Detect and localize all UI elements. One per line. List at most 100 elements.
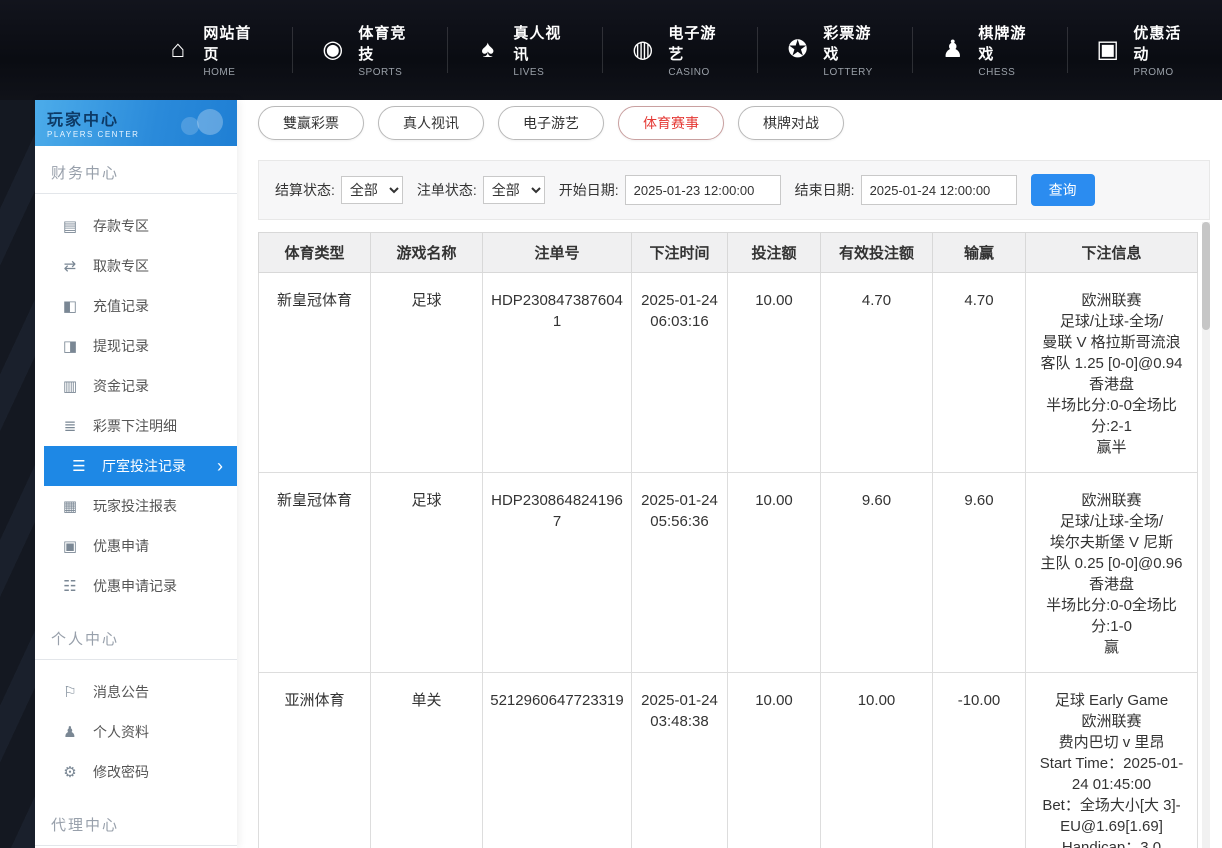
nav-label-en: SPORTS bbox=[358, 67, 421, 78]
end-date-input[interactable] bbox=[861, 175, 1017, 205]
sidebar-item-recharge-records[interactable]: ◧ 充值记录 bbox=[35, 286, 237, 326]
content-scrollbar[interactable] bbox=[1202, 222, 1210, 848]
sidebar-item-deposit-zone[interactable]: ▤ 存款专区 bbox=[35, 206, 237, 246]
nav-item-promo[interactable]: ▣ 优惠活动 PROMO bbox=[1068, 27, 1222, 73]
cell-game: 足球 bbox=[371, 273, 483, 473]
column-header: 输赢 bbox=[933, 233, 1026, 273]
sidebar-item-promo-apply-records[interactable]: ☷ 优惠申请记录 bbox=[35, 566, 237, 606]
gamepad-icon bbox=[197, 109, 223, 135]
sidebar-item-promo-apply[interactable]: ▣ 优惠申请 bbox=[35, 526, 237, 566]
sidebar-subtitle: PLAYERS CENTER bbox=[47, 130, 225, 139]
sidebar-menu: 财务中心 ▤ 存款专区 ⇄ 取款专区 ◧ 充值记录 ◨ 提现记录 ▥ 资金记录 … bbox=[35, 146, 237, 848]
sidebar-section-items: ▤ 存款专区 ⇄ 取款专区 ◧ 充值记录 ◨ 提现记录 ▥ 资金记录 ≣ 彩票下… bbox=[35, 194, 237, 612]
tab-chess[interactable]: 棋牌对战 bbox=[738, 106, 844, 140]
cell-valid: 9.60 bbox=[821, 473, 933, 673]
report-icon: ▦ bbox=[61, 497, 79, 515]
nav-text: 彩票游戏 LOTTERY bbox=[823, 22, 886, 78]
settle-status-select[interactable]: 全部 bbox=[341, 176, 403, 204]
tab-lottery[interactable]: 雙赢彩票 bbox=[258, 106, 364, 140]
nav-item-lives[interactable]: ♠ 真人视讯 LIVES bbox=[448, 27, 603, 73]
sidebar-item-messages[interactable]: ⚐ 消息公告 bbox=[35, 672, 237, 712]
cell-amount: 10.00 bbox=[728, 473, 821, 673]
nav-text: 优惠活动 PROMO bbox=[1133, 22, 1196, 78]
tab-live[interactable]: 真人视讯 bbox=[378, 106, 484, 140]
bet-status-select[interactable]: 全部 bbox=[483, 176, 545, 204]
sidebar-item-lottery-bet-details[interactable]: ≣ 彩票下注明细 bbox=[35, 406, 237, 446]
table-row: 新皇冠体育足球HDP23086482419672025-01-24 05:56:… bbox=[259, 473, 1198, 673]
table-row: 亚洲体育单关52129606477233192025-01-24 03:48:3… bbox=[259, 673, 1198, 848]
nav-text: 体育竞技 SPORTS bbox=[358, 22, 421, 78]
cell-sport: 新皇冠体育 bbox=[259, 273, 371, 473]
nav-label-zh: 网站首页 bbox=[203, 22, 266, 64]
cell-amount: 10.00 bbox=[728, 673, 821, 848]
nav-text: 真人视讯 LIVES bbox=[513, 22, 576, 78]
nav-label-en: CASINO bbox=[668, 67, 731, 78]
settle-status-label: 结算状态: bbox=[275, 180, 335, 200]
sidebar-item-label: 厅室投注记录 bbox=[102, 456, 186, 476]
tab-sports[interactable]: 体育赛事 bbox=[618, 106, 724, 140]
sidebar-item-label: 存款专区 bbox=[93, 216, 149, 236]
funds-icon: ▥ bbox=[61, 377, 79, 395]
player-center-page: ⌂ 网站首页 HOME ◉ 体育竞技 SPORTS ♠ 真人视讯 LIVES ◍… bbox=[0, 0, 1222, 848]
main-content: 雙赢彩票真人视讯电子游艺体育赛事棋牌对战 结算状态: 全部 注单状态: 全部 开… bbox=[258, 100, 1210, 848]
nav-item-lottery[interactable]: ✪ 彩票游戏 LOTTERY bbox=[758, 27, 913, 73]
top-nav: ⌂ 网站首页 HOME ◉ 体育竞技 SPORTS ♠ 真人视讯 LIVES ◍… bbox=[0, 0, 1222, 100]
cell-bet-no: HDP2308473876041 bbox=[483, 273, 632, 473]
nav-item-chess[interactable]: ♟ 棋牌游戏 CHESS bbox=[913, 27, 1068, 73]
nav-label-en: HOME bbox=[203, 67, 266, 78]
table-body: 新皇冠体育足球HDP23084738760412025-01-24 06:03:… bbox=[259, 273, 1198, 848]
sidebar: 玩家中心 PLAYERS CENTER 财务中心 ▤ 存款专区 ⇄ 取款专区 ◧… bbox=[35, 100, 237, 848]
bet-status-label: 注单状态: bbox=[417, 180, 477, 200]
end-date-label: 结束日期: bbox=[795, 180, 855, 200]
nav-label-zh: 优惠活动 bbox=[1133, 22, 1196, 64]
lottery-ball-icon: ✪ bbox=[784, 38, 811, 62]
bets-table: 体育类型游戏名称注单号下注时间投注额有效投注额输赢下注信息 新皇冠体育足球HDP… bbox=[258, 232, 1198, 848]
sidebar-item-fund-records[interactable]: ▥ 资金记录 bbox=[35, 366, 237, 406]
nav-item-sports[interactable]: ◉ 体育竞技 SPORTS bbox=[293, 27, 448, 73]
table-row: 新皇冠体育足球HDP23084738760412025-01-24 06:03:… bbox=[259, 273, 1198, 473]
sidebar-section-finance: 财务中心 ▤ 存款专区 ⇄ 取款专区 ◧ 充值记录 ◨ 提现记录 ▥ 资金记录 … bbox=[35, 146, 237, 612]
sidebar-item-label: 玩家投注报表 bbox=[93, 496, 177, 516]
start-date-label: 开始日期: bbox=[559, 180, 619, 200]
tab-casino[interactable]: 电子游艺 bbox=[498, 106, 604, 140]
sidebar-item-withdraw-zone[interactable]: ⇄ 取款专区 bbox=[35, 246, 237, 286]
nav-item-casino[interactable]: ◍ 电子游艺 CASINO bbox=[603, 27, 758, 73]
nav-label-zh: 电子游艺 bbox=[668, 22, 731, 64]
nav-label-en: LIVES bbox=[513, 67, 576, 78]
cell-sport: 新皇冠体育 bbox=[259, 473, 371, 673]
recharge-icon: ◧ bbox=[61, 297, 79, 315]
cell-win-loss: 9.60 bbox=[933, 473, 1026, 673]
sidebar-item-hall-bet-records[interactable]: ☰ 厅室投注记录 › bbox=[44, 446, 237, 486]
search-button[interactable]: 查询 bbox=[1031, 174, 1095, 206]
sidebar-header: 玩家中心 PLAYERS CENTER bbox=[35, 100, 237, 146]
sidebar-item-withdrawal-records[interactable]: ◨ 提现记录 bbox=[35, 326, 237, 366]
table-header-row: 体育类型游戏名称注单号下注时间投注额有效投注额输赢下注信息 bbox=[259, 233, 1198, 273]
scrollbar-thumb[interactable] bbox=[1202, 222, 1210, 330]
start-date-input[interactable] bbox=[625, 175, 781, 205]
playing-cards-icon: ♠ bbox=[474, 38, 501, 62]
chess-piece-icon: ♟ bbox=[939, 38, 966, 62]
nav-label-zh: 体育竞技 bbox=[358, 22, 421, 64]
cell-amount: 10.00 bbox=[728, 273, 821, 473]
column-header: 体育类型 bbox=[259, 233, 371, 273]
promo-apply-icon: ▣ bbox=[61, 537, 79, 555]
cell-bet-no: HDP2308648241967 bbox=[483, 473, 632, 673]
nav-label-zh: 真人视讯 bbox=[513, 22, 576, 64]
cell-sport: 亚洲体育 bbox=[259, 673, 371, 848]
gift-icon: ▣ bbox=[1094, 38, 1121, 62]
nav-label-en: PROMO bbox=[1133, 67, 1196, 78]
nav-item-home[interactable]: ⌂ 网站首页 HOME bbox=[138, 27, 293, 73]
sidebar-item-change-password[interactable]: ⚙ 修改密码 bbox=[35, 752, 237, 792]
sidebar-item-profile[interactable]: ♟ 个人资料 bbox=[35, 712, 237, 752]
sidebar-item-player-bet-report[interactable]: ▦ 玩家投注报表 bbox=[35, 486, 237, 526]
cell-info: 欧洲联赛 足球/让球-全场/ 埃尔夫斯堡 V 尼斯 主队 0.25 [0-0]@… bbox=[1026, 473, 1198, 673]
sidebar-section-agent: 代理中心 ▯ 代理规则说明 bbox=[35, 798, 237, 848]
cell-win-loss: 4.70 bbox=[933, 273, 1026, 473]
sidebar-item-label: 消息公告 bbox=[93, 682, 149, 702]
top-nav-menu: ⌂ 网站首页 HOME ◉ 体育竞技 SPORTS ♠ 真人视讯 LIVES ◍… bbox=[138, 27, 1222, 73]
nav-label-zh: 棋牌游戏 bbox=[978, 22, 1041, 64]
sidebar-item-label: 提现记录 bbox=[93, 336, 149, 356]
nav-text: 网站首页 HOME bbox=[203, 22, 266, 78]
sidebar-item-label: 个人资料 bbox=[93, 722, 149, 742]
sidebar-item-label: 彩票下注明细 bbox=[93, 416, 177, 436]
